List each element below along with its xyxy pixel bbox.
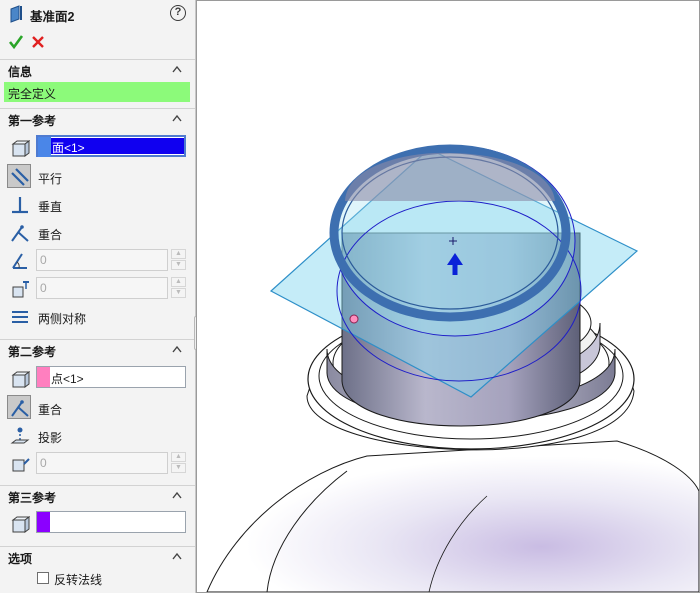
project-icon [10,427,30,444]
spin-down-icon: ▼ [171,260,186,270]
spin-down-icon: ▼ [171,288,186,298]
angle-spinner[interactable]: ▲ ▼ [171,249,186,271]
spin-up-icon: ▲ [171,452,186,462]
distance-spinner[interactable]: ▲ ▼ [171,277,186,299]
perpendicular-button[interactable] [7,192,31,216]
property-manager-panel: 基准面2 ? 信息 完全定义 第一参考 面<1> 平行 垂直 重合 0 ▲ ▼ … [0,0,196,593]
third-reference-header[interactable]: 第三参考 [0,485,195,505]
spin-up-icon: ▲ [171,277,186,287]
selected-point-icon[interactable] [349,314,359,324]
angle-button[interactable] [7,248,31,272]
selection-color-swatch [37,512,50,532]
chevron-up-icon [172,65,182,73]
parallel-icon [11,168,29,186]
second-reference-selection[interactable]: 点<1> [36,366,186,388]
cancel-button[interactable] [31,35,45,49]
parallel-label: 平行 [38,172,63,186]
third-reference-selection[interactable] [36,511,186,533]
coincident-button[interactable] [7,220,31,244]
spin-down-icon: ▼ [171,463,186,473]
chevron-up-icon [172,114,182,122]
info-section-header[interactable]: 信息 [0,59,195,79]
chevron-up-icon [172,552,182,560]
parallel-button[interactable] [7,164,31,188]
perpendicular-label: 垂直 [38,200,63,214]
x-icon [32,36,44,48]
project-label: 投影 [38,431,63,445]
graphics-viewport[interactable] [196,0,700,593]
flip-normal-checkbox[interactable] [37,572,49,584]
spin-up-icon: ▲ [171,249,186,259]
symmetric-icon [12,311,28,323]
flip-normal-label: 反转法线 [54,573,103,587]
coincident-icon [11,225,29,242]
options-section-header[interactable]: 选项 [0,546,195,566]
plane-icon [10,5,22,23]
symmetric-button[interactable] [7,304,31,328]
angle-icon [12,253,27,269]
status-message: 完全定义 [4,82,190,102]
coincident-icon [11,400,29,417]
second-reference-spinner[interactable]: ▲ ▼ [171,452,186,474]
checkmark-icon [8,35,24,50]
distance-button[interactable] [7,276,31,300]
selection-color-swatch [38,137,51,157]
offset-button[interactable] [7,451,31,475]
distance-icon [12,281,29,298]
title-bar: 基准面2 ? [0,0,195,28]
coincident-label: 重合 [38,228,63,242]
coincident-button-2[interactable] [7,395,31,419]
offset-icon [12,458,30,472]
project-button[interactable] [7,423,31,447]
face-reference-icon [7,136,31,160]
help-button[interactable]: ? [170,5,186,21]
first-reference-header[interactable]: 第一参考 [0,108,195,128]
first-reference-selection[interactable]: 面<1> [36,135,186,157]
perpendicular-icon [12,197,28,214]
second-reference-header[interactable]: 第二参考 [0,339,195,359]
symmetric-label: 两侧对称 [38,312,87,326]
panel-title: 基准面2 [30,10,75,24]
coincident-label-2: 重合 [38,403,63,417]
face-reference-icon [7,367,31,391]
distance-input[interactable]: 0 [36,277,168,299]
model-base [206,440,699,592]
face-reference-icon [7,512,31,536]
ok-button[interactable] [8,34,24,50]
chevron-up-icon [172,491,182,499]
angle-input[interactable]: 0 [36,249,168,271]
selection-color-swatch [37,367,50,387]
second-reference-value[interactable]: 0 [36,452,168,474]
chevron-up-icon [172,345,182,353]
